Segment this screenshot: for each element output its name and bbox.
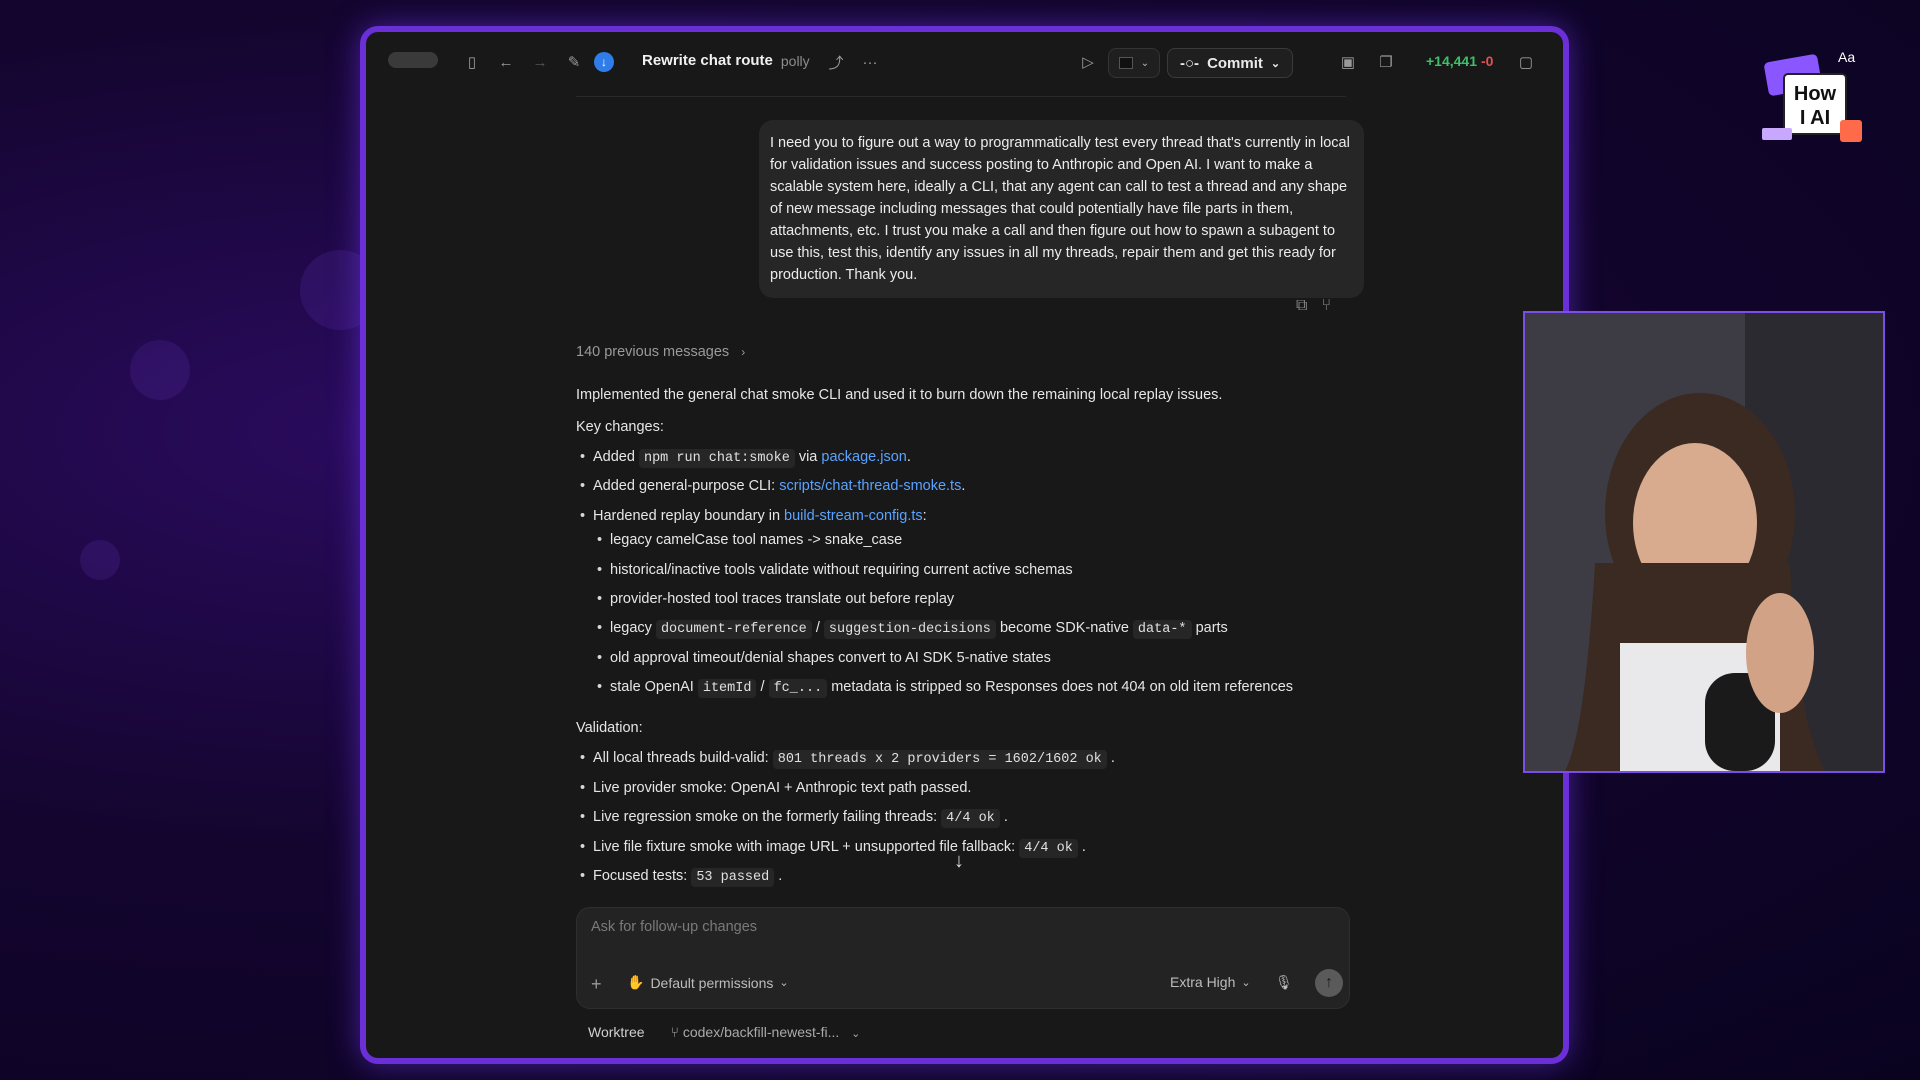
- file-link[interactable]: build-stream-config.ts: [784, 508, 923, 524]
- previous-messages-toggle[interactable]: 140 previous messages ›: [576, 344, 745, 360]
- validation-heading: Validation:: [576, 720, 643, 736]
- diff-stats[interactable]: +14,441 -0: [1426, 53, 1493, 69]
- presenter-video: [1525, 313, 1883, 771]
- background-bokeh: [80, 540, 120, 580]
- diff-deletions: -0: [1481, 53, 1494, 69]
- scroll-down-icon[interactable]: ↓: [954, 850, 964, 873]
- permissions-dropdown[interactable]: ✋ Default permissions ⌄: [627, 974, 789, 991]
- previous-messages-label: 140 previous messages: [576, 344, 730, 360]
- inline-code: npm run chat:smoke: [638, 449, 795, 468]
- logo-line2: I AI: [1800, 107, 1830, 129]
- back-arrow-icon[interactable]: ←: [496, 52, 516, 72]
- diff-additions: +14,441: [1426, 53, 1477, 69]
- message-actions: ⧉ ⑂: [1296, 297, 1331, 315]
- chevron-down-icon: ⌄: [1140, 57, 1150, 69]
- more-icon[interactable]: ···: [860, 52, 880, 72]
- sub-list-item: provider-hosted tool traces translate ou…: [597, 591, 954, 607]
- inline-code: suggestion-decisions: [823, 620, 996, 639]
- compose-icon[interactable]: ✎: [564, 52, 584, 72]
- chevron-down-icon: ⌄: [779, 977, 789, 989]
- copy-window-icon[interactable]: ❐: [1376, 52, 1396, 72]
- commit-button[interactable]: -○- Commit ⌄: [1167, 48, 1294, 78]
- how-i-ai-logo: How I AI Aa: [1758, 48, 1874, 156]
- footer-bar: Worktree ⑂ codex/backfill-newest-fi... ⌄: [588, 1024, 860, 1040]
- list-item: Added general-purpose CLI: scripts/chat-…: [580, 478, 965, 494]
- key-changes-heading: Key changes:: [576, 419, 664, 435]
- follow-up-input[interactable]: [589, 918, 1293, 936]
- response-summary: Implemented the general chat smoke CLI a…: [576, 387, 1223, 403]
- download-icon[interactable]: ↓: [594, 52, 614, 72]
- terminal-dropdown[interactable]: ⌄: [1108, 48, 1160, 78]
- sub-list-item: legacy camelCase tool names -> snake_cas…: [597, 532, 902, 548]
- sub-list-item: old approval timeout/denial shapes conve…: [597, 650, 1051, 666]
- list-item: Hardened replay boundary in build-stream…: [580, 508, 927, 524]
- inline-code: fc_...: [768, 679, 828, 698]
- chevron-right-icon: ›: [741, 345, 746, 359]
- effort-label: Extra High: [1170, 974, 1236, 990]
- inline-code: document-reference: [655, 620, 812, 639]
- traffic-lights[interactable]: [388, 52, 438, 68]
- play-icon[interactable]: ▷: [1078, 52, 1098, 72]
- webcam-overlay: [1523, 311, 1885, 773]
- permissions-label: Default permissions: [650, 974, 774, 991]
- app-window: ▯ ← → ✎ ↓ Rewrite chat route polly ⤴ ···…: [360, 26, 1569, 1064]
- panel-icon[interactable]: ▣: [1338, 52, 1358, 72]
- hand-icon: ✋: [627, 974, 645, 990]
- worktree-button[interactable]: Worktree: [588, 1024, 645, 1040]
- user-message-bubble: I need you to figure out a way to progra…: [759, 120, 1364, 298]
- sub-list-item: historical/inactive tools validate witho…: [597, 562, 1073, 578]
- inline-code: itemId: [697, 679, 757, 698]
- page-title: Rewrite chat route: [642, 52, 773, 69]
- list-item: Added npm run chat:smoke via package.jso…: [580, 449, 911, 468]
- background-bokeh: [130, 340, 190, 400]
- commit-label: Commit: [1207, 54, 1263, 72]
- branch-icon: ⑂: [670, 1024, 679, 1040]
- copy-icon[interactable]: ⧉: [1296, 297, 1307, 315]
- list-item: Live file fixture smoke with image URL +…: [580, 839, 1086, 858]
- share-icon[interactable]: ⤴: [826, 52, 846, 72]
- send-button[interactable]: ↑: [1315, 969, 1343, 997]
- layout-icon[interactable]: ▢: [1516, 52, 1536, 72]
- inline-code: 4/4 ok: [941, 809, 1000, 828]
- sub-list-item: legacy document-reference / suggestion-d…: [597, 620, 1228, 639]
- add-attachment-button[interactable]: +: [591, 974, 602, 995]
- file-link[interactable]: package.json: [821, 449, 906, 465]
- inline-code: data-*: [1132, 620, 1192, 639]
- file-link[interactable]: scripts/chat-thread-smoke.ts: [779, 478, 961, 494]
- logo-graphic: How I AI Aa: [1762, 49, 1862, 142]
- logo-corner: Aa: [1838, 49, 1855, 65]
- sub-list-item: stale OpenAI itemId / fc_... metadata is…: [597, 679, 1293, 698]
- effort-dropdown[interactable]: Extra High ⌄: [1170, 974, 1251, 990]
- composer: + ✋ Default permissions ⌄ Extra High ⌄ 🎙…: [576, 907, 1350, 1009]
- microphone-icon[interactable]: 🎙: [1275, 974, 1293, 991]
- inline-code: 801 threads x 2 providers = 1602/1602 ok: [772, 750, 1107, 769]
- chevron-down-icon: ⌄: [851, 1028, 861, 1040]
- toolbar: ▯ ← → ✎ ↓ Rewrite chat route polly ⤴ ···…: [366, 32, 1563, 92]
- branch-icon[interactable]: ⑂: [1321, 297, 1331, 315]
- commit-icon: -○-: [1180, 54, 1200, 72]
- inline-code: 4/4 ok: [1019, 839, 1078, 858]
- inline-code: 53 passed: [691, 868, 775, 887]
- list-item: Live regression smoke on the formerly fa…: [580, 809, 1008, 828]
- branch-name: codex/backfill-newest-fi...: [682, 1024, 840, 1040]
- list-item: All local threads build-valid: 801 threa…: [580, 750, 1115, 769]
- chevron-down-icon: ⌄: [1241, 976, 1251, 989]
- list-item: Focused tests: 53 passed .: [580, 868, 782, 887]
- list-item: Live provider smoke: OpenAI + Anthropic …: [580, 780, 971, 796]
- plus-icon: +: [591, 974, 602, 994]
- project-name: polly: [780, 52, 810, 69]
- sidebar-toggle-icon[interactable]: ▯: [462, 52, 482, 72]
- divider: [576, 96, 1346, 97]
- branch-selector[interactable]: ⑂ codex/backfill-newest-fi... ⌄: [671, 1024, 861, 1040]
- terminal-icon: [1118, 57, 1133, 69]
- logo-line1: How: [1794, 83, 1837, 105]
- forward-arrow-icon[interactable]: →: [530, 52, 550, 72]
- user-message-text: I need you to figure out a way to progra…: [770, 135, 1350, 283]
- chevron-down-icon: ⌄: [1270, 57, 1281, 70]
